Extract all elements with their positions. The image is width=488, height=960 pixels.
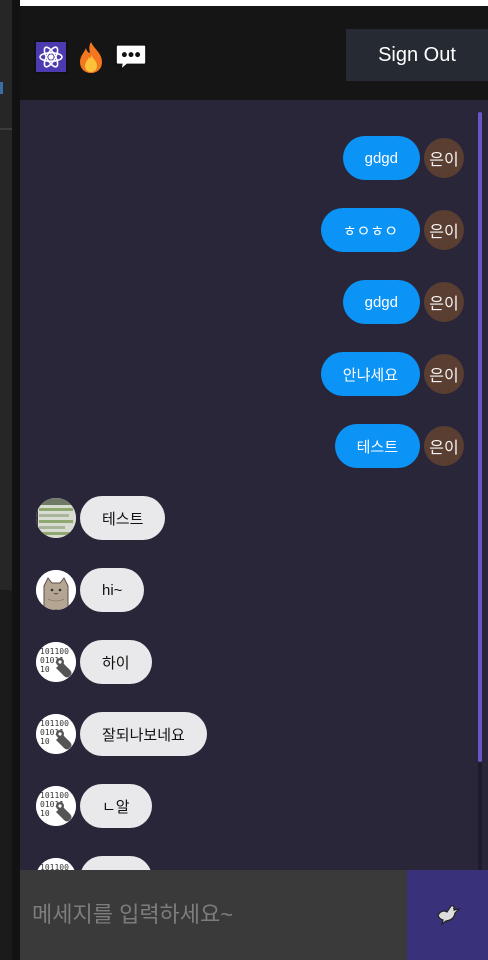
background-window-marker [0,82,3,94]
avatar: 은이 [424,282,464,322]
svg-text:101100: 101100 [40,863,69,870]
svg-text:101100: 101100 [40,791,69,800]
background-window-edge [0,0,12,960]
fire-icon [74,40,108,74]
svg-text:10: 10 [40,809,50,818]
background-window-lower [0,590,12,960]
message-incoming: 테스트 [36,496,166,540]
app-border [12,0,20,960]
message-bubble: 테스트 [80,496,166,540]
message-incoming: 101100 01011 10 잘되나보네요 [36,712,207,756]
svg-text:101100: 101100 [40,647,69,656]
message-bubble: gdgd [342,280,420,324]
binary-wrench-avatar: 101100 01011 10 [36,642,76,682]
message-outgoing: 테스트 은이 [334,424,464,468]
cat-avatar [36,570,76,610]
message-bubble: hi~ [80,568,145,612]
screenshot-avatar [36,498,76,538]
message-bubble: 테스트 [334,424,420,468]
message-outgoing: ㅎㅇㅎㅇ 은이 [320,208,464,252]
message-incoming: 101100 01011 10 하이 [36,640,152,684]
avatar: 은이 [424,354,464,394]
message-outgoing: gdgd 은이 [342,136,464,180]
message-composer [20,870,488,960]
message-outgoing: gdgd 은이 [342,280,464,324]
message-bubble: ㅎㅇㅎㅇ [320,208,420,252]
message-outgoing: 안냐세요 은이 [320,352,464,396]
speech-bubble-icon [114,40,148,74]
binary-wrench-avatar: 101100 01011 10 [36,858,76,870]
message-incoming: 101100 01011 10 [36,856,152,870]
scrollbar-track[interactable] [478,762,482,870]
app-header: Sign Out [20,6,488,100]
message-list[interactable]: gdgd 은이 ㅎㅇㅎㅇ 은이 gdgd 은이 안냐세요 은이 테스트 은이 테… [20,100,488,870]
atom-icon [34,40,68,74]
message-bubble [80,856,152,870]
svg-text:10: 10 [40,737,50,746]
message-incoming: hi~ [36,568,145,612]
scrollbar-thumb[interactable] [478,112,482,762]
avatar: 은이 [424,210,464,250]
avatar: 은이 [424,138,464,178]
binary-wrench-avatar: 101100 01011 10 [36,786,76,826]
message-bubble: 안냐세요 [320,352,420,396]
message-bubble: ㄴ알 [80,784,152,828]
background-window-divider [0,128,12,130]
message-incoming: 101100 01011 10 ㄴ알 [36,784,152,828]
sign-out-button[interactable]: Sign Out [346,29,488,81]
dove-icon [435,903,461,928]
message-input[interactable] [20,870,407,960]
svg-text:10: 10 [40,665,50,674]
chat-app: Sign Out gdgd 은이 ㅎㅇㅎㅇ 은이 gdgd 은이 안냐세요 은이… [20,0,488,960]
avatar: 은이 [424,426,464,466]
message-bubble: 하이 [80,640,152,684]
message-bubble: gdgd [342,136,420,180]
message-bubble: 잘되나보네요 [80,712,207,756]
send-button[interactable] [407,870,488,960]
binary-wrench-avatar: 101100 01011 10 [36,714,76,754]
svg-text:101100: 101100 [40,719,69,728]
